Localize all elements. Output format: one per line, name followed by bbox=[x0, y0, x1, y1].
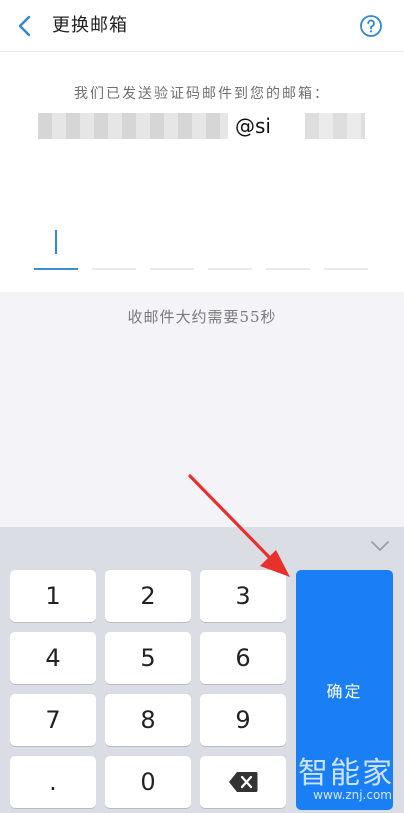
email-visible-part: @si bbox=[235, 114, 271, 138]
text-cursor bbox=[55, 230, 57, 254]
backspace-icon bbox=[229, 772, 258, 792]
code-slot[interactable] bbox=[324, 222, 368, 270]
email-address: @si bbox=[38, 113, 368, 141]
email-mask bbox=[38, 113, 228, 139]
top-bar: 更换邮箱 bbox=[0, 0, 404, 52]
question-circle-icon[interactable] bbox=[359, 14, 383, 38]
verification-card: 我们已发送验证码邮件到您的邮箱： @si bbox=[0, 52, 404, 292]
code-slot[interactable] bbox=[266, 222, 310, 270]
key-0[interactable]: 0 bbox=[105, 756, 191, 808]
sent-prompt: 我们已发送验证码邮件到您的邮箱： bbox=[74, 86, 330, 102]
code-slot[interactable] bbox=[208, 222, 252, 270]
chevron-left-icon[interactable] bbox=[14, 13, 38, 39]
code-input[interactable] bbox=[34, 222, 370, 270]
backspace-key[interactable] bbox=[200, 756, 286, 808]
watermark-logo: 智能家 www.znj.com bbox=[278, 748, 396, 808]
key-dot[interactable]: . bbox=[10, 756, 96, 808]
key-9[interactable]: 9 bbox=[200, 694, 286, 746]
key-3[interactable]: 3 bbox=[200, 570, 286, 622]
countdown-text: 收邮件大约需要55秒 bbox=[127, 308, 277, 326]
email-mask bbox=[305, 113, 365, 139]
key-5[interactable]: 5 bbox=[105, 632, 191, 684]
watermark-text: 智能家 bbox=[298, 756, 394, 791]
code-slot[interactable] bbox=[150, 222, 194, 270]
key-2[interactable]: 2 bbox=[105, 570, 191, 622]
code-slot[interactable] bbox=[92, 222, 136, 270]
key-1[interactable]: 1 bbox=[10, 570, 96, 622]
chevron-down-icon[interactable] bbox=[370, 539, 390, 553]
key-7[interactable]: 7 bbox=[10, 694, 96, 746]
watermark-url: www.znj.com bbox=[313, 788, 392, 802]
code-slot[interactable] bbox=[34, 222, 78, 270]
key-4[interactable]: 4 bbox=[10, 632, 96, 684]
key-6[interactable]: 6 bbox=[200, 632, 286, 684]
key-8[interactable]: 8 bbox=[105, 694, 191, 746]
page-title: 更换邮箱 bbox=[52, 15, 128, 36]
